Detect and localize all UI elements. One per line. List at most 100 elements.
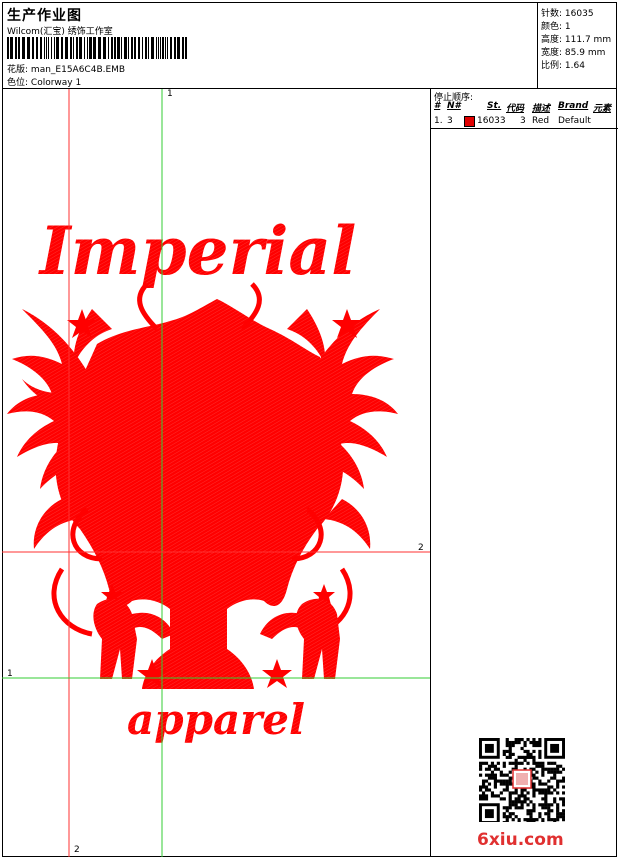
qr-module — [523, 794, 527, 798]
qr-module — [484, 767, 489, 771]
qr-module — [517, 755, 521, 759]
qr-module — [481, 761, 486, 765]
qr-module — [508, 740, 512, 745]
qr-module — [544, 794, 548, 798]
qr-module — [481, 782, 486, 786]
qr-module — [502, 797, 506, 801]
qr-module — [532, 767, 536, 771]
barcode-bar — [160, 37, 161, 59]
spec-height: 高度: 111.7 mm — [541, 35, 612, 45]
qr-module — [556, 791, 560, 795]
qr-module — [514, 791, 518, 795]
qr-module — [544, 788, 548, 792]
qr-module — [532, 740, 536, 745]
qr-module — [562, 800, 565, 804]
qr-module — [511, 818, 515, 822]
qr-module — [484, 797, 489, 801]
barcode-bar — [121, 37, 122, 59]
qr-module — [544, 782, 548, 786]
design-file-label: 花版: — [7, 65, 29, 75]
qr-module — [505, 779, 509, 783]
qr-finder — [484, 743, 494, 753]
barcode-bar — [10, 37, 13, 59]
qr-module — [490, 794, 495, 798]
qr-finder — [550, 743, 560, 753]
design-file-name: man_E15A6C4B.EMB — [30, 65, 126, 75]
stop-sequence-table: 停止顺序: # N# St. 代码 描述 Brand 元素 1. 3 16033… — [431, 89, 618, 129]
qr-module — [538, 815, 542, 819]
qr-module — [541, 761, 545, 765]
qr-module — [511, 761, 515, 765]
qr-module — [550, 767, 554, 771]
qr-module — [479, 785, 483, 789]
qr-module — [526, 761, 530, 765]
qr-module — [481, 794, 486, 798]
qr-module — [559, 797, 563, 801]
qr-module — [479, 761, 483, 765]
barcode-bar — [36, 37, 38, 59]
barcode-bar — [182, 37, 184, 59]
barcode-bar — [167, 37, 168, 59]
qr-module — [514, 761, 518, 765]
qr-module — [487, 773, 492, 777]
row-description: Red — [532, 116, 550, 126]
qr-module — [511, 752, 515, 756]
spec-colors: 颜色: 1 — [541, 22, 571, 32]
col-header-brand: Brand — [558, 101, 589, 111]
qr-module — [511, 803, 515, 807]
qr-module — [490, 770, 495, 774]
qr-module — [547, 806, 551, 810]
qr-module — [535, 776, 539, 780]
qr-module — [532, 791, 536, 795]
qr-module — [508, 770, 512, 774]
qr-module — [505, 788, 509, 792]
qr-module — [556, 815, 560, 819]
guide-label-right: 2 — [418, 543, 424, 553]
qr-module — [538, 755, 542, 759]
qr-module — [508, 806, 512, 810]
qr-module — [508, 794, 512, 798]
qr-module — [502, 764, 506, 768]
qr-module — [493, 779, 497, 783]
qr-module — [532, 776, 536, 780]
barcode-bar — [40, 37, 42, 59]
qr-module — [508, 800, 512, 804]
qr-module — [541, 797, 545, 801]
qr-module — [520, 761, 524, 765]
qr-module — [523, 758, 527, 762]
qr-module — [508, 782, 512, 786]
barcode-bar — [7, 37, 9, 59]
barcode-bar — [117, 37, 120, 59]
qr-module — [541, 773, 545, 777]
qr-module — [505, 821, 509, 822]
qr-module — [553, 773, 557, 777]
qr-module — [502, 821, 506, 822]
qr-module — [550, 776, 554, 780]
qr-module — [532, 809, 536, 813]
design-top-text: Imperial — [38, 212, 357, 290]
qr-module — [523, 788, 527, 792]
qr-module — [562, 812, 565, 816]
qr-module — [556, 767, 560, 771]
qr-module — [487, 782, 492, 786]
qr-module — [523, 749, 527, 754]
qr-module — [514, 803, 518, 807]
qr-module — [487, 776, 492, 780]
qr-module — [553, 770, 557, 774]
qr-module — [508, 797, 512, 801]
qr-module — [562, 809, 565, 813]
qr-module — [487, 767, 492, 771]
qr-module — [505, 749, 509, 754]
barcode-bar — [56, 37, 59, 59]
qr-module — [532, 758, 536, 762]
qr-module — [544, 806, 548, 810]
barcode-bar — [44, 37, 45, 59]
qr-module — [532, 773, 536, 777]
barcode-bar — [158, 37, 159, 59]
row-index: 1. — [434, 116, 443, 126]
qr-module — [538, 788, 542, 792]
qr-module — [502, 806, 506, 810]
qr-module — [496, 761, 500, 765]
barcode-bar — [22, 37, 25, 59]
qr-module — [559, 779, 563, 783]
